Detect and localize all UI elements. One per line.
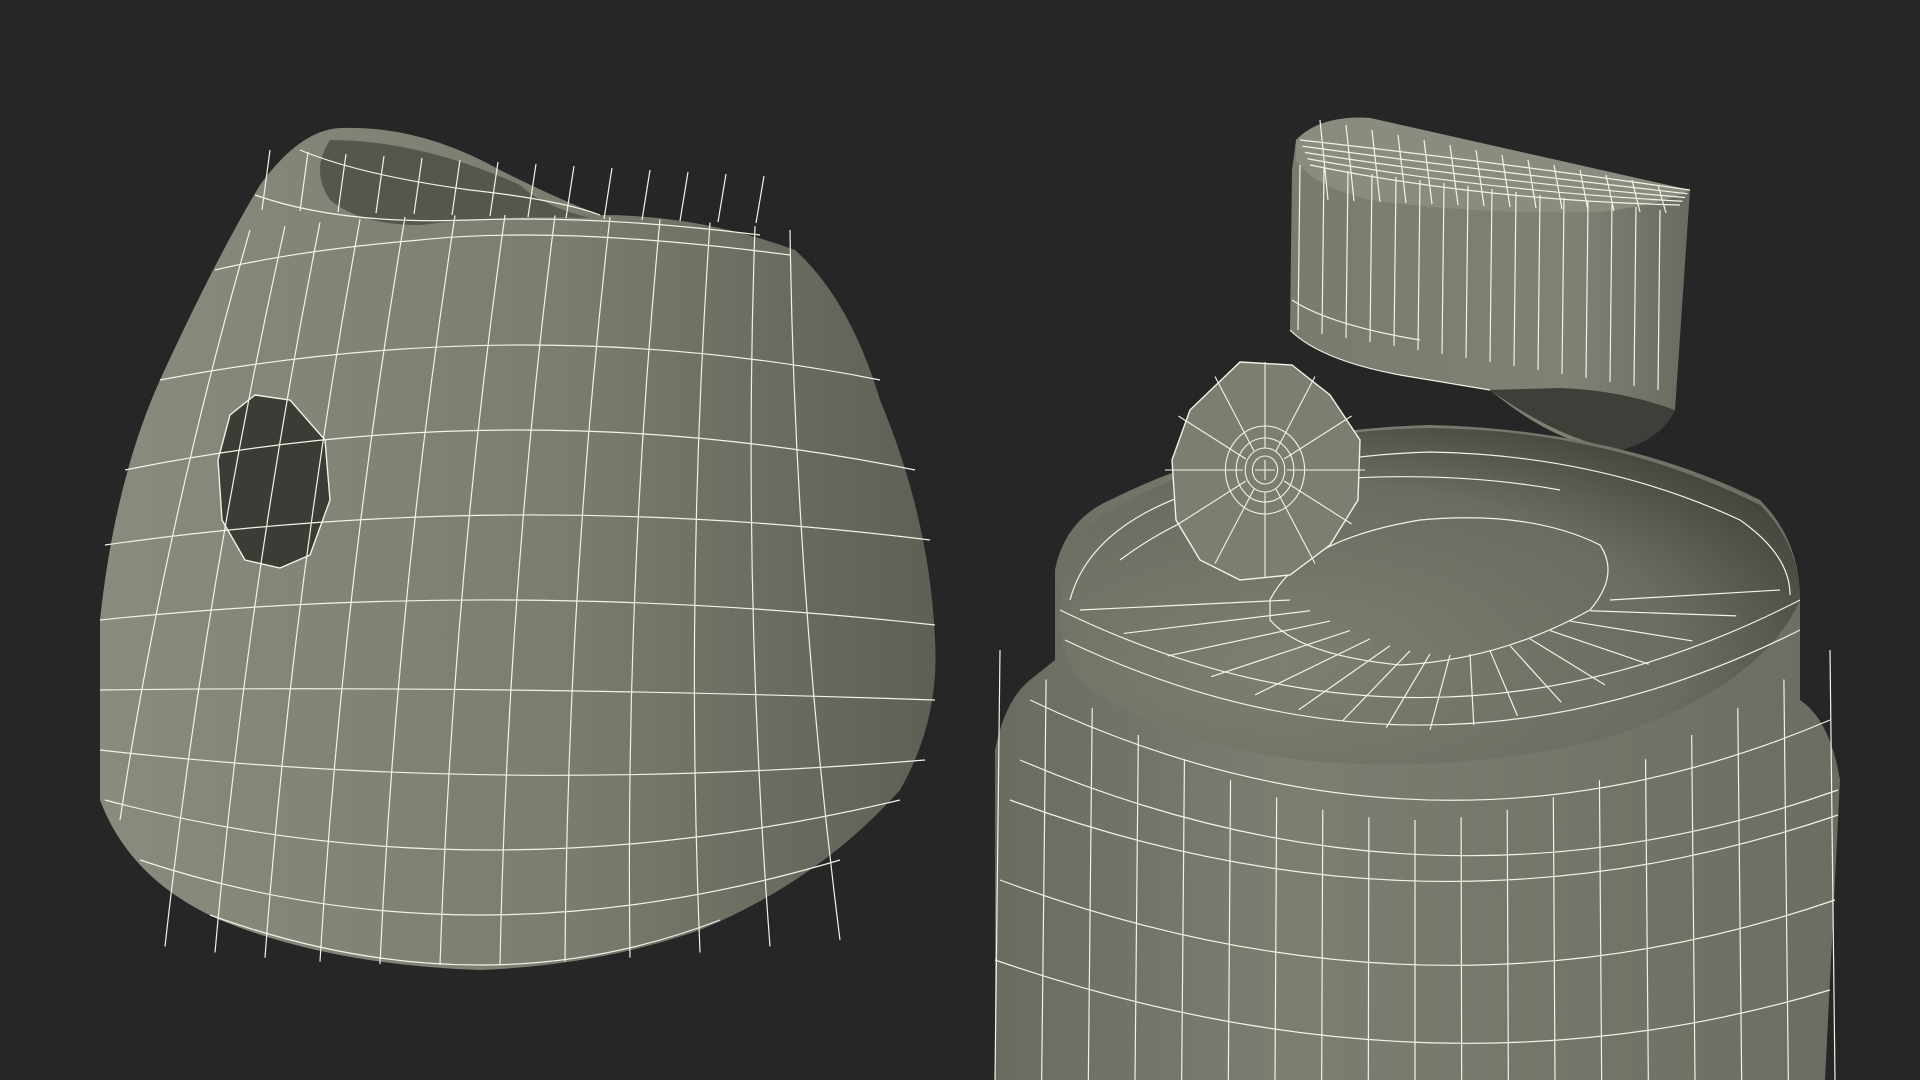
wire-edge <box>641 169 651 221</box>
wireframe-scene <box>99 117 1840 1080</box>
wire-edge <box>717 173 727 223</box>
spray-cap <box>99 127 936 970</box>
nozzle-actuator <box>1289 117 1691 450</box>
wire-edge <box>679 171 689 222</box>
spray-can-body <box>994 425 1840 1080</box>
render-viewport <box>0 0 1920 1080</box>
wire-edge <box>1460 817 1463 1080</box>
wire-edge <box>603 167 613 220</box>
wire-edge <box>1367 817 1370 1080</box>
wire-edge <box>755 175 765 224</box>
